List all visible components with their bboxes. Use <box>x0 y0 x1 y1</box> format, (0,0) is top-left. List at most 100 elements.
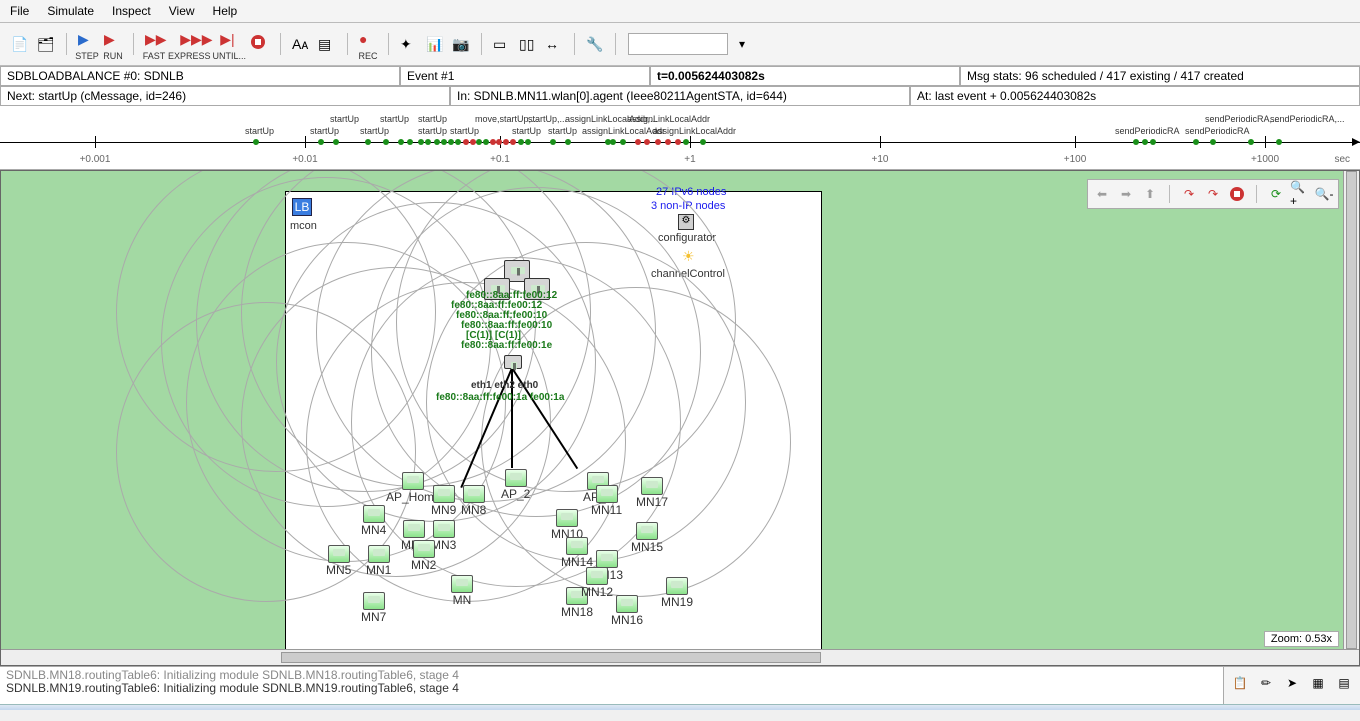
mobile-node[interactable]: MN5 <box>326 545 351 577</box>
search-dropdown-button[interactable]: ▾ <box>730 32 754 56</box>
record-button[interactable]: ● <box>356 27 380 51</box>
timeline-event-dot[interactable] <box>1133 139 1139 145</box>
network-panel[interactable]: LB mcon 27 IPv6 nodes 3 non-IP nodes ⚙ c… <box>285 191 822 651</box>
timeline-event-dot[interactable] <box>496 139 502 145</box>
timeline-event-dot[interactable] <box>383 139 389 145</box>
timeline-event-dot[interactable] <box>635 139 641 145</box>
timeline-event-dot[interactable] <box>1193 139 1199 145</box>
mobile-node[interactable]: MN15 <box>631 522 663 554</box>
timeline-event-dot[interactable] <box>683 139 689 145</box>
log-output[interactable]: SDNLB.MN18.routingTable6: Initializing m… <box>0 667 1223 704</box>
bb-tree[interactable]: ▦ <box>1306 671 1330 695</box>
scrollbar-thumb[interactable] <box>281 652 821 663</box>
router-node[interactable] <box>504 355 522 369</box>
menu-help[interactable]: Help <box>213 4 238 18</box>
timeline-event-dot[interactable] <box>253 139 259 145</box>
bb-sched[interactable]: ➤ <box>1280 671 1304 695</box>
timeline-event-dot[interactable] <box>318 139 324 145</box>
timeline-event-dot[interactable] <box>407 139 413 145</box>
mobile-node[interactable]: MN1 <box>366 545 391 577</box>
timeline-event-dot[interactable] <box>1142 139 1148 145</box>
timeline-event-dot[interactable] <box>1276 139 1282 145</box>
nav-fwd[interactable]: ➡ <box>1115 183 1137 205</box>
mobile-node[interactable]: MN <box>451 575 473 607</box>
timeline-event-dot[interactable] <box>398 139 404 145</box>
mt-redo2[interactable]: ↷ <box>1202 183 1224 205</box>
bb-edit[interactable]: ✏ <box>1254 671 1278 695</box>
mt-stop[interactable] <box>1226 183 1248 205</box>
timeline-event-dot[interactable] <box>675 139 681 145</box>
timeline-event-dot[interactable] <box>620 139 626 145</box>
bb-copy[interactable]: 📋 <box>1228 671 1252 695</box>
timeline-event-dot[interactable] <box>550 139 556 145</box>
stop-button[interactable] <box>248 32 272 56</box>
server-node[interactable] <box>484 278 510 300</box>
timeline-event-dot[interactable] <box>483 139 489 145</box>
filter-button[interactable]: ▤ <box>315 32 339 56</box>
nav-back[interactable]: ⬅ <box>1091 183 1113 205</box>
find-button[interactable]: Aᴀ <box>289 32 313 56</box>
snapshot-button[interactable]: 📷 <box>449 32 473 56</box>
mobile-node[interactable]: MN12 <box>581 567 613 599</box>
bb-list[interactable]: ▤ <box>1332 671 1356 695</box>
scalar-button[interactable]: 📊 <box>423 32 447 56</box>
timeline-event-dot[interactable] <box>425 139 431 145</box>
timeline-event-dot[interactable] <box>610 139 616 145</box>
mobile-node[interactable]: MN19 <box>661 577 693 609</box>
timeline-event-dot[interactable] <box>518 139 524 145</box>
layout-3-button[interactable]: ↔ <box>542 32 566 56</box>
mobile-node[interactable]: MN16 <box>611 595 643 627</box>
mobile-node[interactable]: MN9 <box>431 485 456 517</box>
timeline-event-dot[interactable] <box>455 139 461 145</box>
scrollbar-thumb[interactable] <box>1346 171 1357 649</box>
timeline-event-dot[interactable] <box>441 139 447 145</box>
timeline-event-dot[interactable] <box>1150 139 1156 145</box>
mobile-node[interactable]: MN17 <box>636 477 668 509</box>
timeline-event-dot[interactable] <box>644 139 650 145</box>
timeline-event-dot[interactable] <box>503 139 509 145</box>
mobile-node[interactable]: MN14 <box>561 537 593 569</box>
timeline-event-dot[interactable] <box>476 139 482 145</box>
layout-1-button[interactable]: ▭ <box>490 32 514 56</box>
access-point-node[interactable]: AP_2 <box>501 469 530 501</box>
timeline-event-dot[interactable] <box>700 139 706 145</box>
timeline-event-dot[interactable] <box>1210 139 1216 145</box>
menu-view[interactable]: View <box>169 4 195 18</box>
canvas-scrollbar-v[interactable] <box>1343 171 1359 649</box>
open-ini-button[interactable]: 🗂 <box>34 32 58 56</box>
options-button[interactable]: 🔧 <box>583 32 607 56</box>
run-button[interactable]: ▶ <box>101 27 125 51</box>
timeline-event-dot[interactable] <box>525 139 531 145</box>
menu-simulate[interactable]: Simulate <box>47 4 94 18</box>
server-node[interactable] <box>524 278 550 300</box>
mobile-node[interactable]: MN11 <box>591 485 622 517</box>
event-timeline[interactable]: sec +0.001+0.01+0.1+1+10+100+1000startUp… <box>0 106 1360 170</box>
mt-zoomout[interactable]: 🔍- <box>1313 183 1335 205</box>
canvas-scrollbar-h[interactable] <box>1 649 1359 665</box>
layout-2-button[interactable]: ▯▯ <box>516 32 540 56</box>
menu-inspect[interactable]: Inspect <box>112 4 151 18</box>
vector-button[interactable]: ✦ <box>397 32 421 56</box>
timeline-event-dot[interactable] <box>333 139 339 145</box>
network-canvas[interactable]: LB mcon 27 IPv6 nodes 3 non-IP nodes ⚙ c… <box>0 170 1360 666</box>
mt-zoomin[interactable]: 🔍+ <box>1289 183 1311 205</box>
timeline-event-dot[interactable] <box>365 139 371 145</box>
fast-button[interactable]: ▶▶ <box>142 27 166 51</box>
timeline-event-dot[interactable] <box>434 139 440 145</box>
until-button[interactable]: ▶| <box>217 27 241 51</box>
timeline-event-dot[interactable] <box>448 139 454 145</box>
step-button[interactable]: ▶ <box>75 27 99 51</box>
timeline-event-dot[interactable] <box>1248 139 1254 145</box>
toolbar-search-input[interactable] <box>628 33 728 55</box>
timeline-event-dot[interactable] <box>565 139 571 145</box>
timeline-event-dot[interactable] <box>655 139 661 145</box>
new-network-button[interactable]: 📄 <box>8 32 32 56</box>
nav-up[interactable]: ⬆ <box>1139 183 1161 205</box>
menu-file[interactable]: File <box>10 4 29 18</box>
mobile-node[interactable]: MN4 <box>361 505 386 537</box>
mobile-node[interactable]: MN8 <box>461 485 486 517</box>
mobile-node[interactable]: MN2 <box>411 540 436 572</box>
express-button[interactable]: ▶▶▶ <box>177 27 201 51</box>
mt-refresh[interactable]: ⟳ <box>1265 183 1287 205</box>
mobile-node[interactable]: MN7 <box>361 592 386 624</box>
